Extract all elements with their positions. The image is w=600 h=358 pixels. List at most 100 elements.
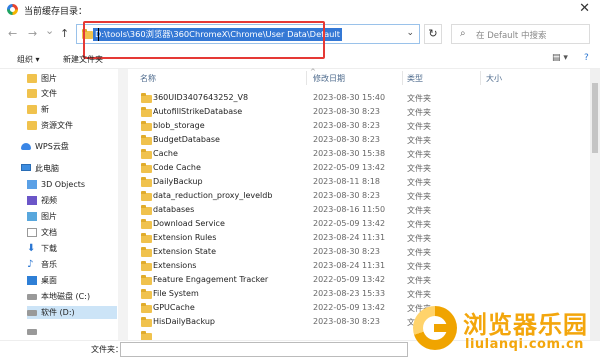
folder-icon	[27, 74, 37, 83]
list-item[interactable]: blob_storage 2023-08-30 8:23 文件夹	[130, 119, 590, 133]
sidebar-item-wps-cloud[interactable]: WPS云盘	[21, 140, 117, 153]
recent-locations-icon[interactable]: ⌄	[45, 24, 54, 37]
column-header-modified[interactable]: 修改日期	[313, 73, 345, 84]
address-row: ← → ⌄ ↑ D:\tools\360浏览器\360ChromeX\Chrom…	[0, 22, 600, 46]
list-item[interactable]: databases 2023-08-16 11:50 文件夹	[130, 203, 590, 217]
folder-icon	[141, 317, 152, 327]
3d-objects-icon	[27, 180, 37, 189]
list-item[interactable]: Extension Rules 2023-08-24 11:31 文件夹	[130, 231, 590, 245]
drive-icon	[27, 294, 37, 300]
list-item[interactable]: 360UID3407643252_V8 2023-08-30 15:40 文件夹	[130, 91, 590, 105]
documents-icon	[27, 228, 37, 237]
folder-icon	[82, 29, 93, 39]
sidebar-item-documents[interactable]: 文档	[27, 226, 117, 239]
folder-icon	[141, 93, 152, 103]
sidebar-item-desktop[interactable]: 桌面	[27, 274, 117, 287]
sidebar-item-new-folder[interactable]: 新	[27, 103, 117, 116]
folder-icon	[141, 177, 152, 187]
window-title: 当前缓存目录：	[24, 7, 88, 17]
site-watermark: 浏览器乐园 liulanqi.com.cn	[405, 298, 600, 358]
folder-icon	[27, 89, 37, 98]
sidebar-item-pictures[interactable]: 图片	[27, 210, 117, 223]
address-path[interactable]: D:\tools\360浏览器\360ChromeX\Chrome\User D…	[93, 28, 342, 41]
folder-icon	[141, 149, 152, 159]
list-item[interactable]: Cache 2023-08-30 15:38 文件夹	[130, 147, 590, 161]
refresh-button[interactable]: ↻	[424, 24, 442, 44]
sidebar-item-files-folder[interactable]: 文件	[27, 87, 117, 100]
list-item[interactable]: data_reduction_proxy_leveldb 2023-08-30 8…	[130, 189, 590, 203]
sidebar-item-music[interactable]: ♪ 音乐	[27, 258, 117, 271]
navigation-pane: 图片 文件 新 资源文件 WPS云盘 此电脑 3D Objects 视频 图片 …	[0, 69, 118, 340]
watermark-logo-icon	[413, 306, 457, 350]
pictures-icon	[27, 212, 37, 221]
search-icon: ⌕	[460, 28, 466, 39]
drive-icon	[27, 329, 37, 335]
list-item[interactable]: Download Service 2022-05-09 13:42 文件夹	[130, 217, 590, 231]
sidebar-item-videos[interactable]: 视频	[27, 194, 117, 207]
up-arrow-icon[interactable]: ↑	[60, 27, 69, 40]
folder-icon	[141, 135, 152, 145]
folder-icon	[141, 303, 152, 313]
video-icon	[27, 196, 37, 205]
column-headers: ^ 名称 修改日期 类型 大小	[130, 68, 590, 86]
search-input[interactable]: ⌕ 在 Default 中搜索	[451, 24, 590, 44]
folder-icon	[141, 219, 152, 229]
column-header-size[interactable]: 大小	[486, 73, 502, 84]
address-bar[interactable]: D:\tools\360浏览器\360ChromeX\Chrome\User D…	[76, 24, 420, 44]
folder-icon	[141, 233, 152, 243]
sidebar-item-drive-d[interactable]: 软件 (D:)	[27, 306, 117, 319]
close-icon[interactable]: ✕	[579, 1, 590, 16]
text-caret	[98, 28, 99, 41]
column-header-name[interactable]: 名称	[140, 73, 156, 84]
list-item[interactable]: Extensions 2023-08-24 11:31 文件夹	[130, 259, 590, 273]
list-item[interactable]: Feature Engagement Tracker 2022-05-09 13:…	[130, 273, 590, 287]
list-item[interactable]: Extension State 2023-08-30 8:23 文件夹	[130, 245, 590, 259]
drive-icon	[27, 310, 37, 316]
help-icon[interactable]: ?	[584, 53, 589, 63]
folder-icon	[141, 205, 152, 215]
folder-icon	[27, 121, 37, 130]
list-item[interactable]: BudgetDatabase 2023-08-30 8:23 文件夹	[130, 133, 590, 147]
folder-icon	[141, 121, 152, 131]
cloud-icon	[21, 143, 31, 150]
back-arrow-icon[interactable]: ←	[8, 27, 17, 40]
folder-icon	[141, 107, 152, 117]
forward-arrow-icon[interactable]: →	[28, 27, 37, 40]
folder-icon	[141, 247, 152, 257]
music-icon: ♪	[27, 259, 34, 270]
app-logo-icon	[7, 4, 18, 15]
folder-icon	[141, 275, 152, 285]
sidebar-scrollbar[interactable]	[118, 69, 128, 340]
desktop-icon	[27, 276, 37, 285]
download-icon: ⬇	[27, 243, 36, 254]
sidebar-item-drive-c[interactable]: 本地磁盘 (C:)	[27, 290, 117, 303]
list-item[interactable]: DailyBackup 2023-08-11 8:18 文件夹	[130, 175, 590, 189]
title-bar: 当前缓存目录： ✕	[0, 0, 600, 19]
sidebar-item-pictures-folder[interactable]: 图片	[27, 72, 117, 85]
folder-icon	[141, 331, 152, 340]
view-options-icon[interactable]: ▤ ▾	[552, 53, 568, 63]
computer-icon	[21, 164, 31, 171]
folder-icon	[141, 289, 152, 299]
folder-icon	[141, 163, 152, 173]
watermark-text: 浏览器乐园	[463, 311, 588, 339]
command-toolbar: 组织 ▾ 新建文件夹 ▤ ▾ ?	[0, 49, 600, 69]
list-item[interactable]: AutofillStrikeDatabase 2023-08-30 8:23 文件夹	[130, 105, 590, 119]
folder-icon	[27, 105, 37, 114]
sidebar-item-drive-partial[interactable]	[27, 325, 117, 338]
sidebar-item-downloads[interactable]: ⬇ 下载	[27, 242, 117, 255]
search-placeholder: 在 Default 中搜索	[476, 31, 547, 41]
sidebar-item-resources-folder[interactable]: 资源文件	[27, 119, 117, 132]
sidebar-item-this-pc[interactable]: 此电脑	[21, 162, 117, 175]
folder-icon	[141, 191, 152, 201]
folder-name-input[interactable]	[120, 342, 408, 357]
sidebar-item-3d-objects[interactable]: 3D Objects	[27, 178, 117, 191]
watermark-url: liulanqi.com.cn	[465, 337, 584, 352]
column-header-type[interactable]: 类型	[407, 73, 423, 84]
list-item[interactable]: Code Cache 2022-05-09 13:42 文件夹	[130, 161, 590, 175]
address-dropdown-icon[interactable]: ⌄	[406, 28, 414, 38]
folder-icon	[141, 261, 152, 271]
folder-field-label: 文件夹：	[91, 345, 123, 354]
new-folder-button[interactable]: 新建文件夹	[63, 54, 103, 65]
organize-menu[interactable]: 组织 ▾	[17, 54, 40, 65]
